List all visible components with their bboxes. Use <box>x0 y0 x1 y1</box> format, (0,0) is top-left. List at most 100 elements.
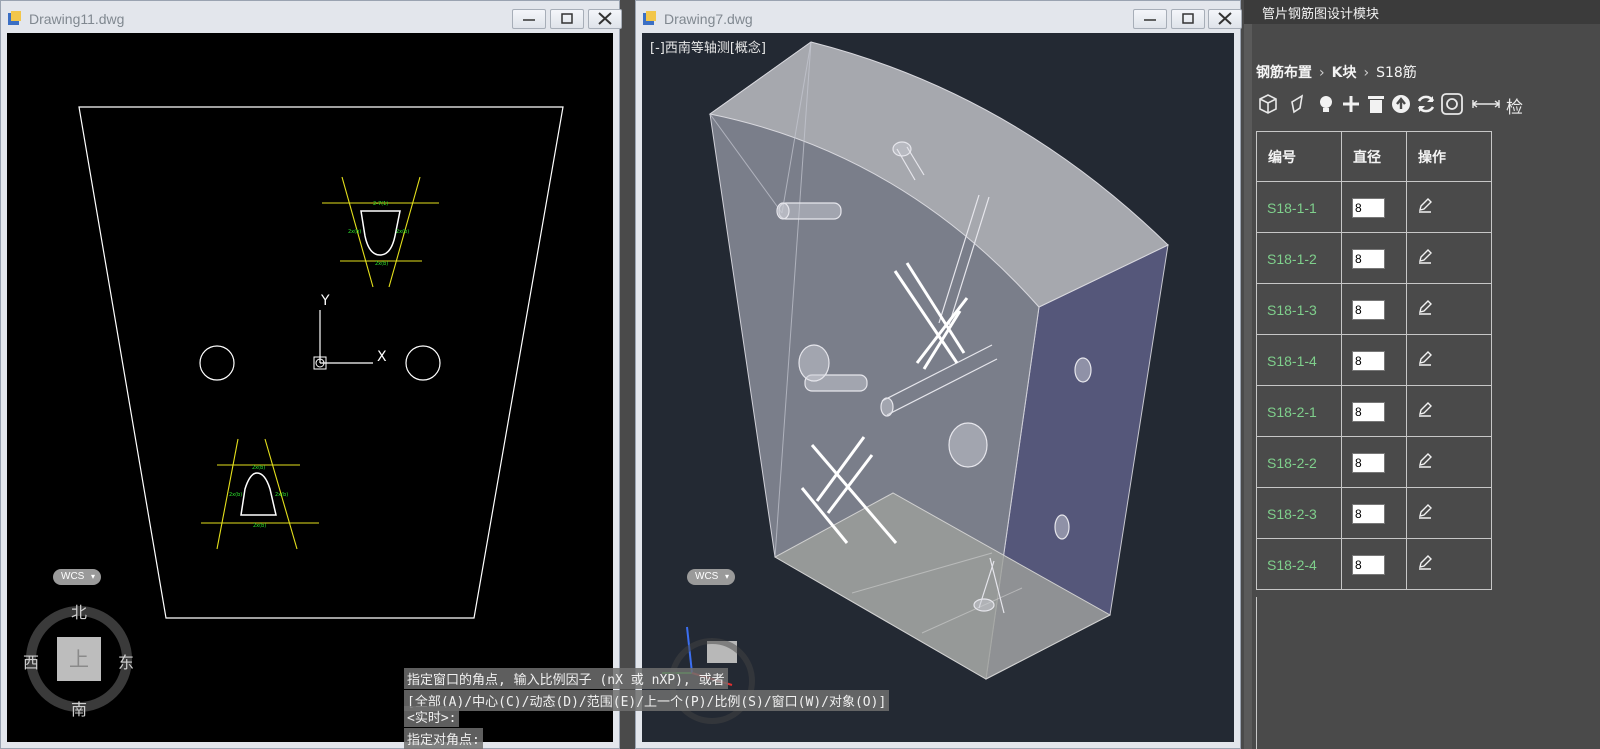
rebar-table: 编号 直径 操作 S18-1-1 S18-1-2 S18-1-3 <box>1256 131 1492 590</box>
viewcube-top-face: 上 <box>69 647 89 671</box>
breadcrumb-item[interactable]: K块 <box>1332 65 1357 81</box>
drawing-viewport-3d[interactable]: [-]西南等轴测[概念] WCS ▾ <box>642 33 1234 742</box>
edit-icon[interactable] <box>1417 503 1433 519</box>
rebar-id[interactable]: S18-2-2 <box>1267 455 1317 471</box>
column-header-id: 编号 <box>1256 131 1342 182</box>
close-button[interactable] <box>1208 9 1242 29</box>
table-row[interactable]: S18-1-2 <box>1256 232 1492 284</box>
3d-box-icon[interactable] <box>1256 92 1280 116</box>
maximize-icon <box>561 13 573 24</box>
settings-icon[interactable] <box>1440 92 1464 116</box>
edit-icon[interactable] <box>1417 299 1433 315</box>
command-history-line-2: [全部(A)/中心(C)/动态(D)/范围(E)/上一个(P)/比例(S)/窗口… <box>404 690 890 711</box>
wcs-label: WCS <box>695 571 719 582</box>
table-row[interactable]: S18-1-3 <box>1256 283 1492 335</box>
check-button[interactable]: 检 <box>1506 93 1523 118</box>
edit-icon[interactable] <box>1417 554 1433 570</box>
window-title: Drawing7.dwg <box>664 11 753 27</box>
axis-x-label: X <box>377 349 387 365</box>
diameter-input[interactable] <box>1352 350 1385 371</box>
svg-text:2x(b): 2x(b) <box>275 492 288 498</box>
svg-text:2x(b): 2x(b) <box>375 261 388 267</box>
chevron-down-icon: ▾ <box>90 572 95 581</box>
edit-icon[interactable] <box>1417 197 1433 213</box>
svg-text:2-7(1): 2-7(1) <box>373 201 388 207</box>
column-header-actions: 操作 <box>1406 131 1492 182</box>
table-row[interactable]: S18-2-4 <box>1256 538 1492 590</box>
table-row[interactable]: S18-2-3 <box>1256 487 1492 539</box>
svg-text:2x(b): 2x(b) <box>348 229 361 235</box>
title-bar[interactable]: Drawing7.dwg <box>636 1 1242 33</box>
compass-east[interactable]: 东 <box>118 649 134 673</box>
close-icon <box>598 12 612 25</box>
view-label[interactable]: [-]西南等轴测[概念] <box>650 37 766 56</box>
wcs-menu[interactable]: WCS ▾ <box>53 569 101 585</box>
upper-pocket: 2-7(1) 2x(b) 2x(b) 2x(b) <box>322 176 439 288</box>
diameter-input[interactable] <box>1352 452 1385 473</box>
close-button[interactable] <box>588 9 622 29</box>
maximize-button[interactable] <box>1171 9 1205 29</box>
minimize-button[interactable] <box>1133 9 1167 29</box>
rebar-design-panel: 管片钢筋图设计模块 钢筋布置 › K块 › S18筋 检 编号 直径 操作 S18-1-… <box>1244 0 1600 749</box>
chevron-down-icon: ▾ <box>724 572 729 581</box>
diameter-input[interactable] <box>1352 503 1385 524</box>
axis-y-label: Y <box>320 293 330 309</box>
maximize-button[interactable] <box>550 9 584 29</box>
wcs-menu[interactable]: WCS ▾ <box>687 569 735 585</box>
diameter-input[interactable] <box>1352 197 1385 218</box>
command-history-line-3: <实时>: <box>404 706 460 727</box>
table-row[interactable]: S18-2-2 <box>1256 436 1492 488</box>
rebar-id[interactable]: S18-1-4 <box>1267 353 1317 369</box>
table-row[interactable]: S18-1-4 <box>1256 334 1492 386</box>
panel-splitter[interactable] <box>1244 0 1252 749</box>
compass-west[interactable]: 西 <box>23 649 39 673</box>
wcs-label: WCS <box>61 571 85 582</box>
lightbulb-icon[interactable] <box>1314 92 1338 116</box>
drawing-viewport-2d[interactable]: 2-7(1) 2x(b) 2x(b) 2x(b) 2x(b) 2x(b) 2x(… <box>7 33 613 742</box>
rebar-id[interactable]: S18-1-3 <box>1267 302 1317 318</box>
plus-icon[interactable] <box>1339 92 1363 116</box>
svg-text:2x(b): 2x(b) <box>252 465 265 471</box>
dimension-icon[interactable] <box>1471 92 1501 116</box>
breadcrumb-item[interactable]: 钢筋布置 <box>1256 65 1312 81</box>
diameter-input[interactable] <box>1352 248 1385 269</box>
refresh-icon[interactable] <box>1414 92 1438 116</box>
diameter-input[interactable] <box>1352 401 1385 422</box>
compass-north[interactable]: 北 <box>71 599 87 623</box>
rebar-id[interactable]: S18-1-1 <box>1267 200 1317 216</box>
minimize-button[interactable] <box>512 9 546 29</box>
edit-icon[interactable] <box>1417 350 1433 366</box>
trash-icon[interactable] <box>1364 92 1388 116</box>
command-history-line-1: 指定窗口的角点, 输入比例因子 (nX 或 nXP), 或者 <box>404 668 728 689</box>
dwg-file-icon <box>8 11 21 25</box>
shape-icon[interactable] <box>1286 92 1310 116</box>
rebar-id[interactable]: S18-2-1 <box>1267 404 1317 420</box>
edit-icon[interactable] <box>1417 452 1433 468</box>
breadcrumb-current: S18筋 <box>1376 65 1417 81</box>
lower-pocket: 2x(b) 2x(b) 2x(b) 2x(b) <box>201 438 319 550</box>
diameter-input[interactable] <box>1352 554 1385 575</box>
drawing11-window[interactable]: Drawing11.dwg 2-7(1) 2x(b) 2x(b) 2x(b) 2… <box>0 0 622 749</box>
diameter-input[interactable] <box>1352 299 1385 320</box>
panel-header: 管片钢筋图设计模块 <box>1244 0 1600 24</box>
close-icon <box>1218 12 1232 25</box>
minimize-icon <box>523 19 535 21</box>
rebar-id[interactable]: S18-2-4 <box>1267 557 1317 573</box>
edit-icon[interactable] <box>1417 248 1433 264</box>
rebar-id[interactable]: S18-2-3 <box>1267 506 1317 522</box>
table-row[interactable]: S18-2-1 <box>1256 385 1492 437</box>
panel-title: 管片钢筋图设计模块 <box>1262 7 1380 22</box>
command-prompt[interactable]: 指定对角点: <box>404 728 483 749</box>
table-header-row: 编号 直径 操作 <box>1256 131 1492 182</box>
upload-icon[interactable] <box>1389 92 1413 116</box>
edit-icon[interactable] <box>1417 401 1433 417</box>
compass-south[interactable]: 南 <box>71 696 87 720</box>
rebar-id[interactable]: S18-1-2 <box>1267 251 1317 267</box>
drawing7-window[interactable]: Drawing7.dwg [-]西南等轴测[概念] WCS ▾ <box>635 0 1242 749</box>
bolt-hole-left <box>199 345 235 381</box>
minimize-icon <box>1144 19 1156 21</box>
table-row[interactable]: S18-1-1 <box>1256 181 1492 233</box>
title-bar[interactable]: Drawing11.dwg <box>1 1 622 33</box>
dwg-file-icon <box>643 11 656 25</box>
bolt-hole-right <box>405 345 441 381</box>
